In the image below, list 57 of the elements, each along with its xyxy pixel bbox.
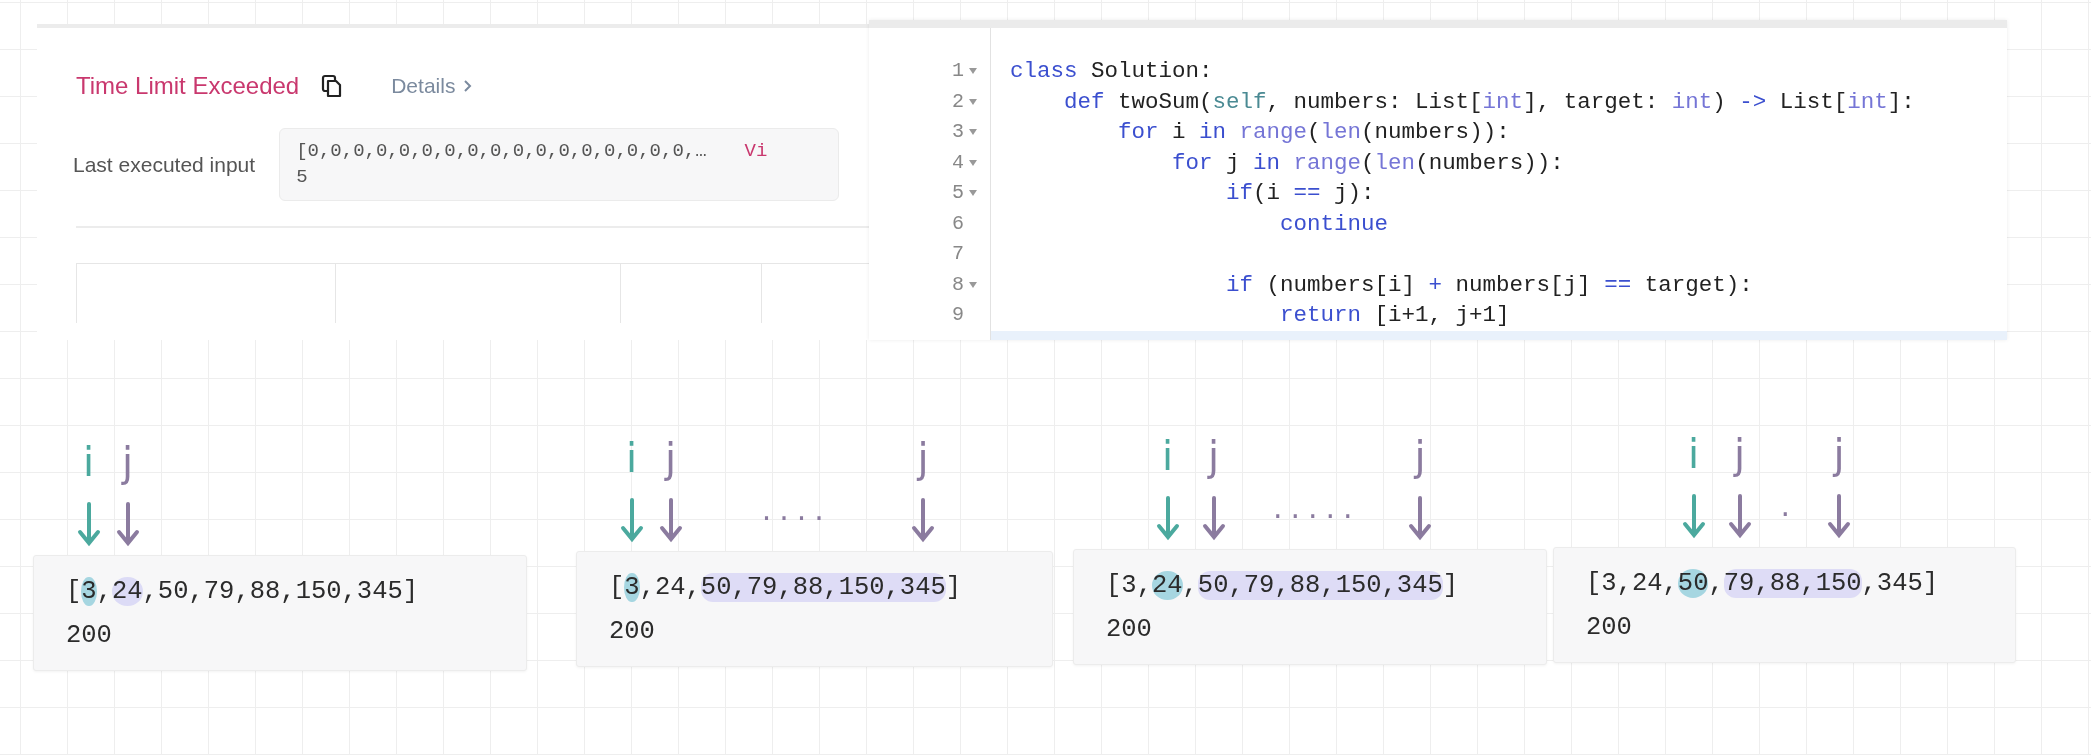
line-number: 8	[952, 271, 964, 298]
view-link[interactable]: Vi	[744, 139, 768, 165]
pointer-label: i	[625, 438, 638, 478]
down-arrow	[115, 500, 140, 548]
line-number: 1	[952, 58, 964, 84]
code-line: for i in range(len(numbers)):	[1117, 118, 1511, 147]
target-text: 200	[1586, 612, 1633, 644]
input-line: [0,0,0,0,0,0,0,0,0,0,0,0,0,0,0,0,0,…	[296, 139, 707, 164]
fold-icon[interactable]	[968, 67, 978, 76]
code-line: if (numbers[i] + numbers[j] == target):	[1225, 270, 1754, 300]
pointer-label: i	[82, 442, 95, 482]
code-line: continue	[1279, 209, 1390, 239]
line-number: 3	[952, 119, 964, 145]
code-line: for j in range(len(numbers)):	[1171, 148, 1565, 178]
code-line: if(i == j):	[1225, 179, 1376, 208]
pointer-label: i	[1161, 436, 1174, 476]
down-arrow	[1727, 492, 1752, 540]
line-number: 4	[952, 149, 964, 176]
fold-icon[interactable]	[968, 158, 978, 167]
line-number: 2	[952, 88, 964, 115]
array-text: [3,24,50,79,88,150,345]	[609, 572, 963, 604]
status-text: Time Limit Exceeded	[76, 71, 300, 101]
fold-icon[interactable]	[968, 97, 978, 106]
ellipsis-text: ....	[761, 491, 832, 529]
down-arrow	[1408, 494, 1432, 542]
ellipsis-text: .....	[1272, 489, 1361, 527]
chevron-right-icon	[463, 79, 474, 93]
array-text: [3,24,50,79,88,150,345]	[66, 576, 420, 608]
down-arrow	[1155, 494, 1180, 542]
copy-icon[interactable]	[321, 74, 344, 98]
code-line: return [i+1, j+1]	[1279, 301, 1511, 330]
down-arrow	[1827, 492, 1851, 540]
down-arrow	[911, 496, 935, 544]
fold-icon[interactable]	[968, 128, 978, 137]
line-number: 7	[952, 241, 964, 267]
down-arrow	[76, 500, 101, 548]
target-text: 200	[1106, 614, 1153, 646]
down-arrow	[1681, 492, 1706, 540]
down-arrow	[619, 496, 644, 544]
down-arrow	[1201, 494, 1226, 542]
fold-icon[interactable]	[968, 189, 978, 198]
line-number: 6	[952, 210, 964, 237]
line-number: 5	[952, 180, 964, 206]
details-link[interactable]: Details	[391, 70, 474, 102]
field-label: Last executed input	[73, 151, 256, 178]
code-line: class Solution:	[1010, 57, 1214, 86]
code-line: def twoSum(self, numbers: List[int], target: int) -> List[int]:	[1063, 87, 1916, 117]
input-line: 5	[296, 164, 309, 190]
down-arrow	[658, 496, 683, 544]
fold-icon[interactable]	[968, 280, 978, 289]
array-text: [3,24,50,79,88,150,345]	[1106, 570, 1460, 602]
pointer-label: i	[1687, 434, 1700, 474]
target-text: 200	[609, 616, 656, 648]
array-text: [3,24,50,79,88,150,345]	[1586, 568, 1940, 600]
ellipsis-text: .	[1780, 487, 1798, 525]
target-text: 200	[66, 620, 113, 652]
line-number: 9	[952, 302, 964, 328]
